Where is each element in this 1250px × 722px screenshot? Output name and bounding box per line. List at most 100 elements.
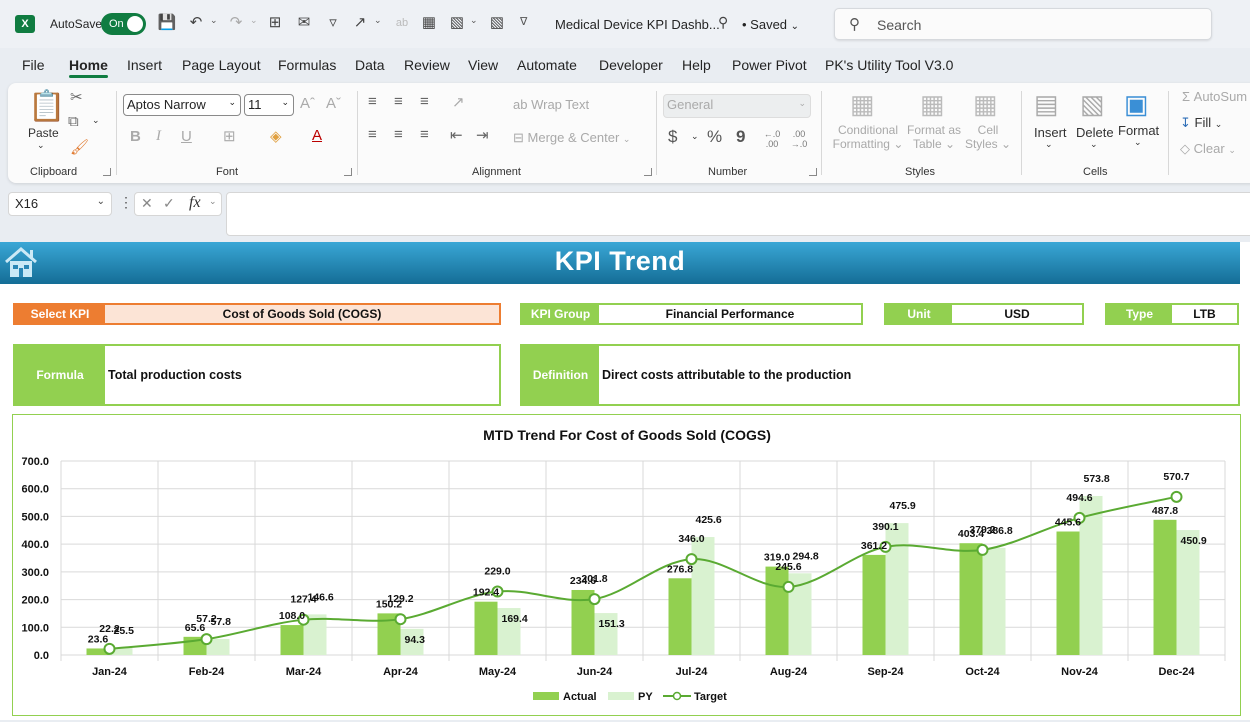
spelling-icon[interactable]: ab bbox=[392, 13, 412, 33]
tab-help[interactable]: Help bbox=[682, 57, 711, 73]
tab-automate[interactable]: Automate bbox=[517, 57, 577, 73]
clear-button[interactable]: ◇ Clear ⌄ bbox=[1180, 141, 1236, 157]
cell-styles-button[interactable]: Cell Styles ⌄ bbox=[964, 123, 1012, 151]
cell-styles-icon[interactable]: ▦ bbox=[973, 89, 998, 120]
fill-button[interactable]: ↧ Fill ⌄ bbox=[1180, 115, 1222, 131]
insert-cells-icon[interactable]: ▤ bbox=[1034, 89, 1059, 120]
save-icon[interactable]: 💾 bbox=[157, 13, 177, 33]
insert-function-button[interactable]: fx bbox=[189, 194, 201, 212]
undo-icon[interactable]: ↶ bbox=[186, 13, 206, 33]
tab-home[interactable]: Home bbox=[69, 57, 108, 78]
email-icon[interactable]: ✉ bbox=[294, 13, 314, 33]
format-painter-icon[interactable]: 🖌 bbox=[70, 138, 89, 156]
tab-data[interactable]: Data bbox=[355, 57, 385, 73]
customize-qat-icon[interactable]: ∇ bbox=[520, 15, 527, 28]
formula-input[interactable] bbox=[226, 192, 1250, 236]
kpi-trend-chart[interactable]: MTD Trend For Cost of Goods Sold (COGS) … bbox=[12, 414, 1241, 716]
conditional-formatting-button[interactable]: Conditional Formatting ⌄ bbox=[831, 123, 905, 151]
cancel-icon[interactable]: ✕ bbox=[141, 195, 153, 212]
copy-icon[interactable]: ⧉ bbox=[68, 113, 79, 130]
select-kpi-dropdown[interactable]: Cost of Goods Sold (COGS) bbox=[105, 305, 499, 323]
italic-button[interactable]: I bbox=[156, 128, 161, 145]
insert-dropdown-icon[interactable]: ⌄ bbox=[1045, 139, 1053, 150]
format-button[interactable]: Format bbox=[1118, 123, 1159, 138]
undo-dropdown-icon[interactable]: ⌄ bbox=[210, 15, 218, 26]
delete-button[interactable]: Delete bbox=[1076, 125, 1114, 140]
paste-button[interactable]: Paste bbox=[28, 126, 59, 140]
redo-icon[interactable]: ↷ bbox=[226, 13, 246, 33]
format-as-table-icon[interactable]: ▦ bbox=[920, 89, 945, 120]
underline-button[interactable]: U bbox=[181, 128, 192, 145]
filter-icon[interactable]: ▿ bbox=[323, 13, 343, 33]
select-kpi-label: Select KPI bbox=[15, 305, 105, 323]
currency-button[interactable]: $ bbox=[668, 127, 677, 147]
search-box[interactable]: ⚲ Search bbox=[834, 8, 1212, 40]
alignment-launcher-icon[interactable] bbox=[644, 168, 652, 176]
align-bottom-icon[interactable]: ≡ bbox=[420, 93, 429, 110]
tab-pk-utility-tool[interactable]: PK's Utility Tool V3.0 bbox=[825, 57, 953, 73]
document-title[interactable]: Medical Device KPI Dashb... bbox=[555, 17, 720, 32]
autosave-toggle[interactable]: On bbox=[101, 13, 146, 35]
clipboard-launcher-icon[interactable] bbox=[103, 168, 111, 176]
tab-view[interactable]: View bbox=[468, 57, 498, 73]
home-icon[interactable] bbox=[4, 246, 38, 278]
decrease-font-icon[interactable]: Aˇ bbox=[326, 95, 341, 112]
format-as-table-button[interactable]: Format as Table ⌄ bbox=[904, 123, 964, 151]
increase-decimal-button[interactable]: ←.0 .00 bbox=[762, 129, 782, 149]
tab-formulas[interactable]: Formulas bbox=[278, 57, 336, 73]
align-middle-icon[interactable]: ≡ bbox=[394, 93, 403, 110]
share-icon[interactable]: ↗ bbox=[350, 13, 370, 33]
redo-dropdown-icon[interactable]: ⌄ bbox=[250, 15, 258, 26]
name-box[interactable]: X16 ⌄ bbox=[8, 192, 112, 216]
delete-cells-icon[interactable]: ▧ bbox=[1080, 89, 1105, 120]
number-format-select[interactable]: General ⌄ bbox=[663, 94, 811, 118]
percent-button[interactable]: % bbox=[707, 127, 722, 147]
font-name-select[interactable]: Aptos Narrow ⌄ bbox=[123, 94, 241, 116]
orientation-icon[interactable]: ↗ bbox=[452, 93, 465, 111]
align-center-icon[interactable]: ≡ bbox=[394, 126, 403, 143]
saved-status[interactable]: • Saved ⌄ bbox=[742, 17, 799, 32]
enter-icon[interactable]: ✓ bbox=[163, 195, 175, 212]
align-right-icon[interactable]: ≡ bbox=[420, 126, 429, 143]
calculator-icon[interactable]: ▧ bbox=[447, 13, 467, 33]
align-left-icon[interactable]: ≡ bbox=[368, 126, 377, 143]
align-top-icon[interactable]: ≡ bbox=[368, 93, 377, 110]
bold-button[interactable]: B bbox=[130, 128, 141, 145]
font-size-select[interactable]: 11 ⌄ bbox=[244, 94, 294, 116]
tab-insert[interactable]: Insert bbox=[127, 57, 162, 73]
copy-dropdown-icon[interactable]: ⌄ bbox=[92, 115, 100, 126]
delete-dropdown-icon[interactable]: ⌄ bbox=[1090, 139, 1098, 150]
share-dropdown-icon[interactable]: ⌄ bbox=[374, 15, 382, 26]
tab-power-pivot[interactable]: Power Pivot bbox=[732, 57, 807, 73]
borders-icon[interactable]: ⊞ bbox=[223, 127, 236, 145]
number-launcher-icon[interactable] bbox=[809, 168, 817, 176]
tab-review[interactable]: Review bbox=[404, 57, 450, 73]
format-dropdown-icon[interactable]: ⌄ bbox=[1134, 137, 1142, 148]
fill-color-icon[interactable]: ◈ bbox=[270, 127, 282, 145]
cut-icon[interactable]: ✂ bbox=[70, 88, 83, 106]
merge-center-button[interactable]: ⊟ Merge & Center ⌄ bbox=[513, 130, 630, 146]
borders-icon[interactable]: ⊞ bbox=[265, 13, 285, 33]
insert-button[interactable]: Insert bbox=[1034, 125, 1067, 140]
tab-page-layout[interactable]: Page Layout bbox=[182, 57, 261, 73]
calculator2-icon[interactable]: ▧ bbox=[487, 13, 507, 33]
pivot-icon[interactable]: ▦ bbox=[419, 13, 439, 33]
format-cells-icon[interactable]: ▣ bbox=[1124, 89, 1149, 120]
decrease-decimal-button[interactable]: .00 →.0 bbox=[788, 129, 810, 149]
font-launcher-icon[interactable] bbox=[344, 168, 352, 176]
decrease-indent-icon[interactable]: ⇤ bbox=[450, 126, 463, 144]
paste-dropdown-icon[interactable]: ⌄ bbox=[37, 140, 45, 151]
autosum-button[interactable]: Σ AutoSum bbox=[1182, 89, 1247, 104]
conditional-formatting-icon[interactable]: ▦ bbox=[850, 89, 875, 120]
font-color-icon[interactable]: A bbox=[312, 127, 322, 144]
calculator-dropdown-icon[interactable]: ⌄ bbox=[470, 15, 478, 26]
comma-button[interactable]: 9 bbox=[736, 127, 745, 147]
more-options-icon[interactable]: ⋮ bbox=[119, 194, 133, 211]
paste-icon[interactable]: 📋 bbox=[28, 89, 65, 125]
tab-developer[interactable]: Developer bbox=[599, 57, 663, 73]
wrap-text-button[interactable]: ab Wrap Text bbox=[513, 97, 589, 112]
currency-dropdown-icon[interactable]: ⌄ bbox=[691, 131, 699, 142]
increase-font-icon[interactable]: Aˆ bbox=[300, 95, 315, 112]
increase-indent-icon[interactable]: ⇥ bbox=[476, 126, 489, 144]
tab-file[interactable]: File bbox=[22, 57, 45, 73]
